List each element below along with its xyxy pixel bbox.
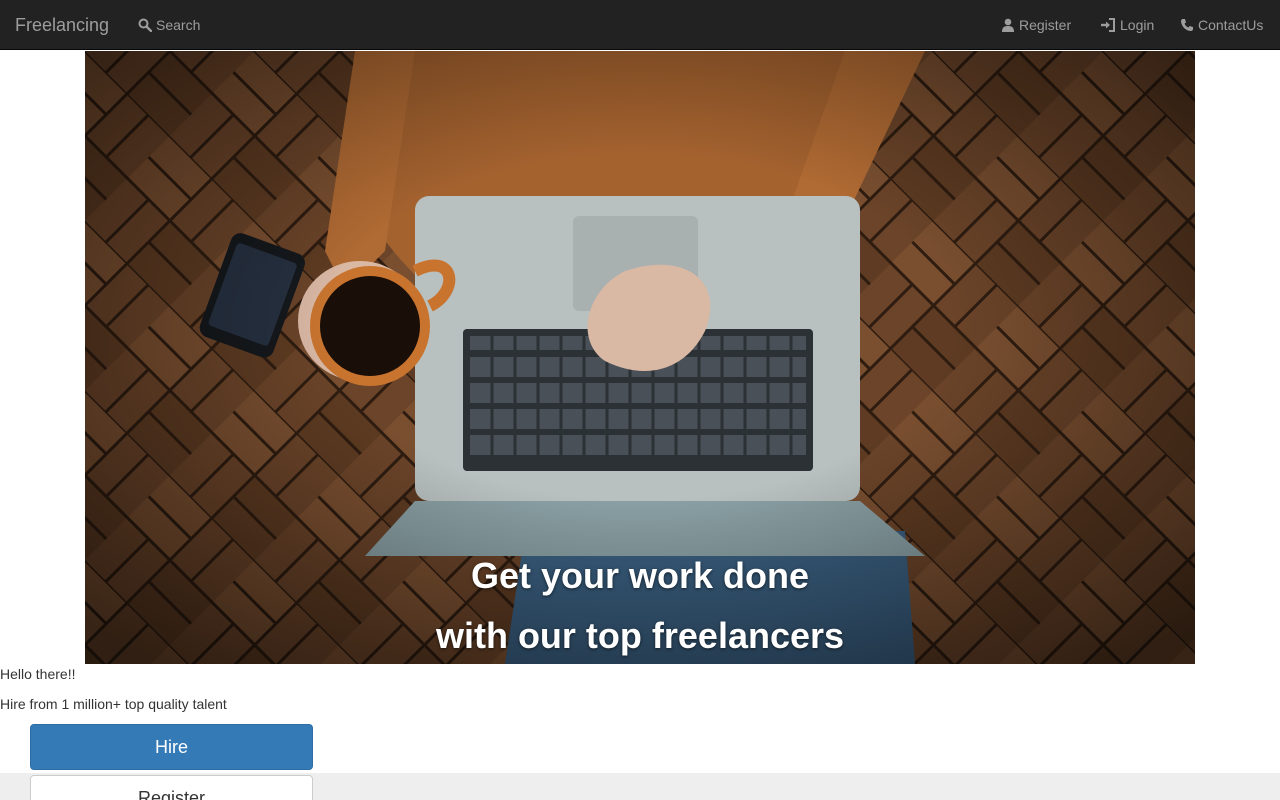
user-icon xyxy=(1002,18,1014,32)
register-button[interactable]: Register xyxy=(30,775,313,800)
nav-search-label: Search xyxy=(156,17,201,33)
phone-icon xyxy=(1181,19,1193,31)
tagline-text: Hire from 1 million+ top quality talent xyxy=(0,696,227,712)
hero-caption-line1: Get your work done xyxy=(470,555,810,596)
nav-contact-link[interactable]: ContactUs xyxy=(1180,0,1263,50)
nav-register-link[interactable]: Register xyxy=(1001,0,1071,50)
brand-link[interactable]: Freelancing xyxy=(15,0,109,50)
nav-register-label: Register xyxy=(1019,17,1072,33)
log-in-icon xyxy=(1101,18,1115,32)
hire-button[interactable]: Hire xyxy=(30,724,313,770)
nav-search-link[interactable]: Search xyxy=(138,0,200,50)
top-navbar: Freelancing Search Register Login Contac… xyxy=(0,0,1280,50)
nav-contact-label: ContactUs xyxy=(1198,17,1264,33)
nav-login-link[interactable]: Login xyxy=(1100,0,1154,50)
nav-login-label: Login xyxy=(1120,17,1155,33)
greeting-text: Hello there!! xyxy=(0,666,76,682)
search-icon xyxy=(138,18,152,32)
hero-caption-line2: with our top freelancers xyxy=(435,615,845,656)
hero-banner: Get your work done with our top freelanc… xyxy=(85,51,1195,664)
